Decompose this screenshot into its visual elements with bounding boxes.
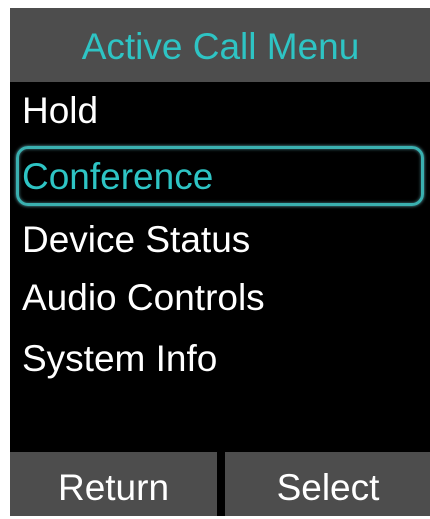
menu-item-label: Audio Controls <box>22 276 265 318</box>
menu-item-label: System Info <box>22 337 218 379</box>
return-softkey[interactable]: Return <box>10 452 217 516</box>
menu-item-system-info[interactable]: System Info <box>10 328 430 388</box>
menu-item-conference[interactable]: Conference <box>16 146 424 206</box>
menu-title: Active Call Menu <box>81 25 360 67</box>
menu-item-hold[interactable]: Hold <box>10 80 430 140</box>
select-softkey-label: Select <box>276 466 380 508</box>
return-softkey-label: Return <box>57 466 170 508</box>
phone-screen: Active Call Menu Hold Conference Device … <box>10 8 430 516</box>
menu-item-device-status[interactable]: Device Status <box>10 209 430 269</box>
menu-item-label: Conference <box>22 155 214 197</box>
menu-item-label: Device Status <box>22 218 251 260</box>
menu-item-label: Hold <box>22 89 99 131</box>
title-bar: Active Call Menu <box>10 8 430 82</box>
menu-item-audio-controls[interactable]: Audio Controls <box>10 267 430 327</box>
select-softkey[interactable]: Select <box>225 452 430 516</box>
